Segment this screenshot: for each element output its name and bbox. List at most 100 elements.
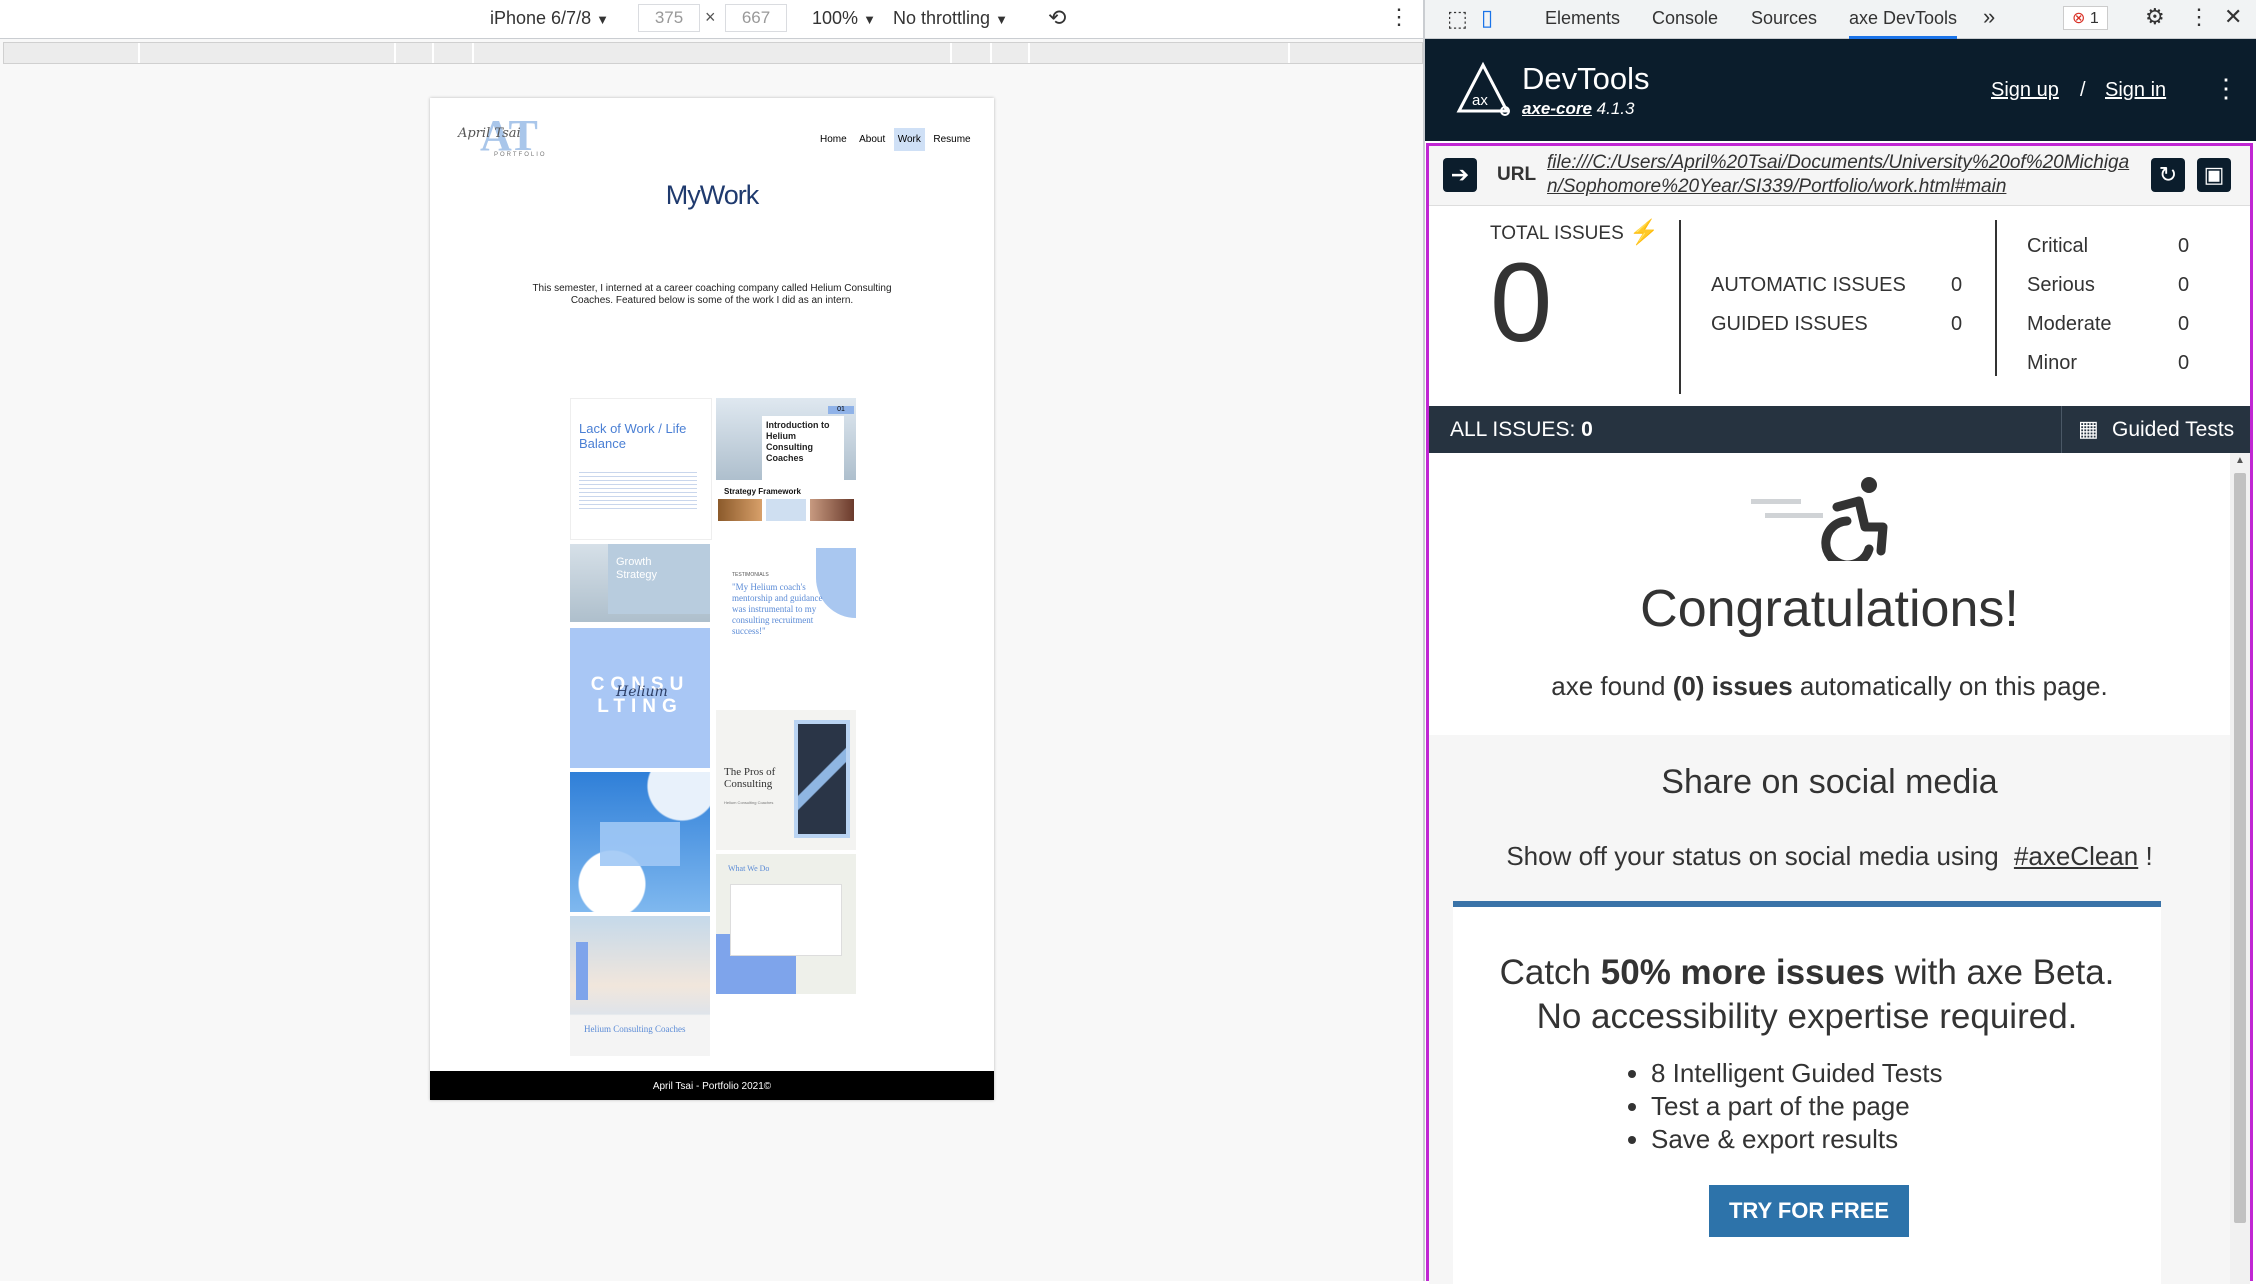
tile-consulting-script: Helium <box>616 684 668 700</box>
tile-consulting[interactable]: CONSU LTING Helium <box>570 628 710 768</box>
auth-separator: / <box>2080 79 2086 101</box>
summary-divider-right <box>1995 220 1997 376</box>
media-query-ruler[interactable] <box>3 42 1423 64</box>
promo-bold: 50% more issues <box>1600 953 1885 992</box>
error-counter[interactable]: ⊗ 1 <box>2063 6 2108 30</box>
results-panel: Congratulations! axe found (0) issues au… <box>1429 453 2230 1284</box>
congrats-area: Congratulations! axe found (0) issues au… <box>1429 453 2230 735</box>
ruler-segment[interactable] <box>990 43 992 63</box>
site-nav: Home About Work Resume <box>816 128 975 151</box>
promo-pre: Catch <box>1499 953 1592 992</box>
device-toggle-icon[interactable]: ▯ <box>1481 5 1493 31</box>
sign-up-link[interactable]: Sign up <box>1991 79 2059 102</box>
tab-sources[interactable]: Sources <box>1751 8 1817 29</box>
nav-resume[interactable]: Resume <box>929 128 974 151</box>
guided-issues-label[interactable]: GUIDED ISSUES <box>1711 313 1868 336</box>
ruler-segment[interactable] <box>138 43 140 63</box>
promo-line-2: No accessibility expertise required. <box>1536 997 2078 1036</box>
zoom-label: 100% <box>812 8 859 28</box>
severity-minor-label[interactable]: Minor <box>2027 352 2077 375</box>
height-input[interactable]: 667 <box>725 4 787 32</box>
nav-home[interactable]: Home <box>816 128 851 151</box>
ruler-segment[interactable] <box>432 43 434 63</box>
device-toolbar: iPhone 6/7/8 ▼ 375 × 667 100% ▼ No throt… <box>0 0 1423 39</box>
tab-console[interactable]: Console <box>1652 8 1718 29</box>
device-select[interactable]: iPhone 6/7/8 ▼ <box>490 8 609 29</box>
axe-menu-icon[interactable]: ⋮ <box>2213 73 2239 104</box>
site-logo[interactable]: AT April Tsai PORTFOLIO <box>456 111 556 162</box>
tile-strategy-framework[interactable]: Strategy Framework <box>716 485 856 543</box>
tile-strategy-image-3 <box>810 499 854 521</box>
sign-in-link[interactable]: Sign in <box>2105 79 2166 102</box>
severity-moderate-count: 0 <box>2178 313 2190 335</box>
rotate-icon[interactable]: ⟲ <box>1048 5 1066 31</box>
severity-serious-label[interactable]: Serious <box>2027 274 2095 297</box>
found-issues-text: axe found (0) issues automatically on th… <box>1429 671 2230 702</box>
more-options-icon[interactable]: ⋮ <box>1388 4 1410 30</box>
guided-tests-label: Guided Tests <box>2112 418 2235 441</box>
save-results-icon[interactable]: ▣ <box>2197 158 2231 192</box>
summary-divider-left <box>1679 220 1681 394</box>
tile-intro-helium-title: Introduction to Helium Consulting Coache… <box>766 420 830 463</box>
share-title: Share on social media <box>1661 763 1998 801</box>
scrollbar-thumb[interactable] <box>2234 473 2246 1223</box>
severity-critical-label[interactable]: Critical <box>2027 235 2088 258</box>
bolt-icon: ⚡ <box>1629 219 1659 246</box>
tile-strategy-image-1 <box>718 499 762 521</box>
tile-pros-image <box>794 720 850 838</box>
tab-elements[interactable]: Elements <box>1545 8 1620 29</box>
inspect-element-icon[interactable]: ⬚ <box>1447 6 1468 32</box>
ruler-segment[interactable] <box>950 43 952 63</box>
automatic-issues-label[interactable]: AUTOMATIC ISSUES <box>1711 274 1906 297</box>
all-issues-heading: ALL ISSUES: 0 <box>1450 418 1593 442</box>
back-arrow-icon[interactable]: ➔ <box>1443 158 1477 192</box>
tile-clouds-card <box>600 822 680 866</box>
tile-pros-of-consulting[interactable]: The Pros of Consulting Helium Consulting… <box>716 710 856 850</box>
page-heading: MyWork <box>665 180 760 210</box>
nav-work[interactable]: Work <box>893 128 925 151</box>
axe-clean-hashtag-link[interactable]: #axeClean <box>2014 841 2138 871</box>
tile-testimonials[interactable]: TESTIMONIALS "My Helium coach's mentorsh… <box>716 548 856 688</box>
logo-subtitle: PORTFOLIO <box>494 152 547 158</box>
device-label: iPhone 6/7/8 <box>490 8 592 28</box>
tile-pros-sub: Helium Consulting Coaches <box>724 800 774 805</box>
tile-strategy-title: Strategy Framework <box>724 487 801 496</box>
try-for-free-button[interactable]: TRY FOR FREE <box>1709 1185 1909 1237</box>
rerun-scan-icon[interactable]: ↻ <box>2151 158 2185 192</box>
axe-core-link[interactable]: axe-core <box>1522 99 1592 118</box>
emulated-page: AT April Tsai PORTFOLIO Home About Work … <box>430 98 994 1100</box>
grid-icon: ▦ <box>2078 416 2099 441</box>
results-scrollbar[interactable]: ▲ <box>2230 453 2250 1284</box>
ruler-segment[interactable] <box>1288 43 1290 63</box>
devtools-pane: ⬚ ▯ Elements Console Sources axe DevTool… <box>1425 0 2256 1284</box>
tile-lack-of-work[interactable]: Lack of Work / Life Balance <box>570 398 712 540</box>
tile-body-lines <box>579 469 697 509</box>
tile-clouds-sky[interactable] <box>570 772 710 912</box>
settings-gear-icon[interactable]: ⚙ <box>2145 4 2165 30</box>
more-tabs-icon[interactable]: » <box>1983 4 1995 30</box>
scroll-up-arrow-icon[interactable]: ▲ <box>2235 455 2245 466</box>
severity-moderate-label[interactable]: Moderate <box>2027 313 2112 336</box>
width-input[interactable]: 375 <box>638 4 700 32</box>
close-devtools-icon[interactable]: ✕ <box>2224 4 2242 30</box>
page-url-link[interactable]: file:///C:/Users/April%20Tsai/Documents/… <box>1547 151 2133 199</box>
zoom-select[interactable]: 100% ▼ <box>812 8 876 29</box>
promo-bullets: 8 Intelligent Guided Tests Test a part o… <box>1627 1057 1942 1156</box>
tile-what-we-do[interactable]: What We Do <box>716 854 856 994</box>
tile-intro-helium-card[interactable]: Introduction to Helium Consulting Coache… <box>716 398 856 480</box>
axe-core-number: 4.1.3 <box>1596 99 1635 118</box>
ruler-segment[interactable] <box>1028 43 1030 63</box>
severity-serious-count: 0 <box>2178 274 2190 296</box>
tab-axe-devtools[interactable]: axe DevTools <box>1849 8 1958 39</box>
tile-helium-coaches[interactable]: Helium Consulting Coaches <box>570 916 710 1056</box>
guided-tests-button[interactable]: ▦ Guided Tests <box>2061 406 2251 453</box>
axe-title: DevTools <box>1522 61 1650 96</box>
nav-about[interactable]: About <box>855 128 889 151</box>
ruler-segment[interactable] <box>394 43 396 63</box>
throttle-select[interactable]: No throttling ▼ <box>893 8 1008 29</box>
dropdown-arrow-icon: ▼ <box>863 12 876 27</box>
all-issues-label: ALL ISSUES: <box>1450 418 1576 441</box>
tile-growth-strategy[interactable]: Growth Strategy <box>570 544 710 622</box>
devtools-menu-icon[interactable]: ⋮ <box>2188 4 2210 30</box>
ruler-segment[interactable] <box>472 43 474 63</box>
